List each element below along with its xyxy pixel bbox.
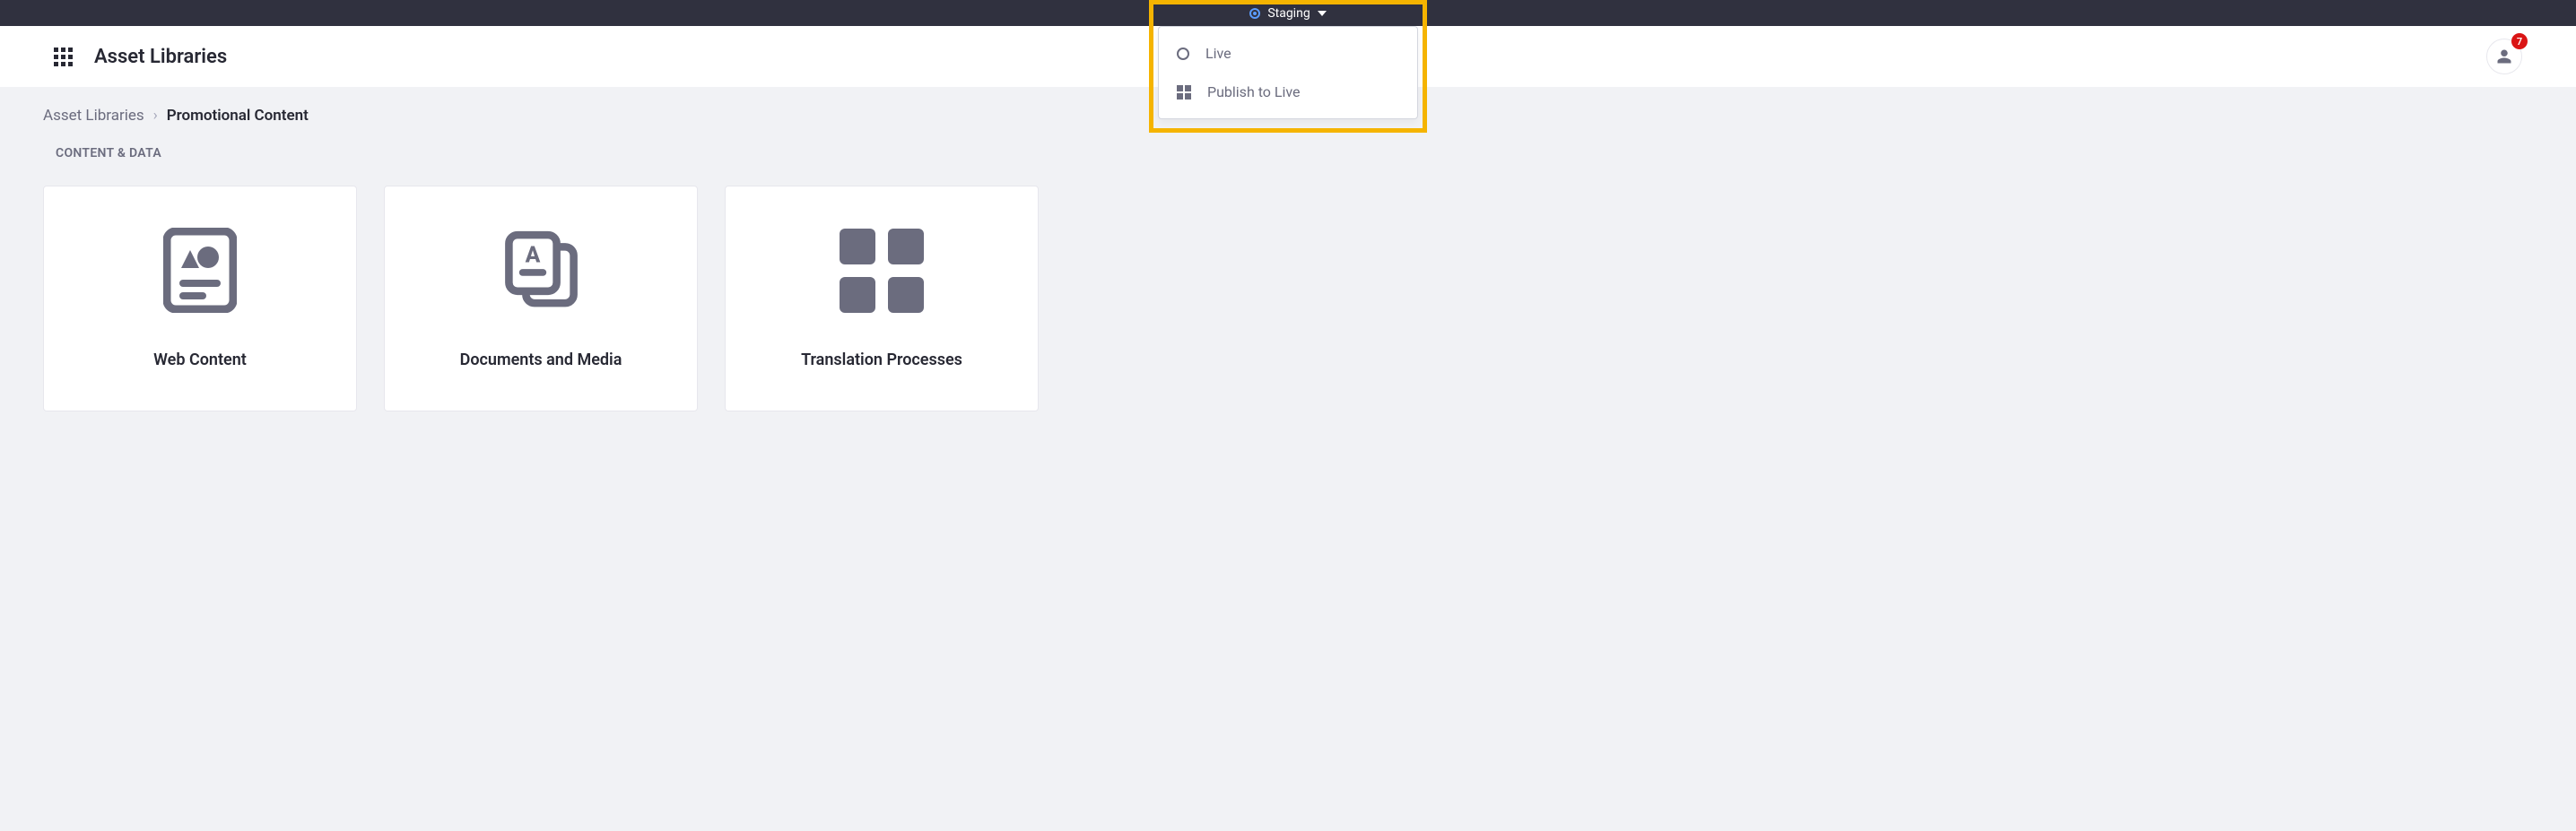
chevron-right-icon: › bbox=[153, 107, 158, 125]
web-content-icon bbox=[158, 228, 243, 313]
user-area[interactable]: 7 bbox=[2486, 39, 2522, 74]
apps-menu-icon[interactable] bbox=[54, 48, 73, 66]
card-documents-media[interactable]: A Documents and Media bbox=[384, 186, 698, 411]
dropdown-item-publish[interactable]: Publish to Live bbox=[1159, 73, 1417, 111]
dropdown-item-label: Live bbox=[1205, 45, 1231, 62]
grid-small-icon bbox=[1177, 85, 1191, 100]
top-bar: Staging Live Publish to Live bbox=[0, 0, 2576, 26]
environment-selector[interactable]: Staging bbox=[1249, 6, 1326, 21]
cards-container: Web Content A Documents and Media Transl… bbox=[43, 186, 2533, 411]
grid-large-icon bbox=[840, 228, 925, 313]
card-label: Translation Processes bbox=[801, 351, 962, 369]
card-web-content[interactable]: Web Content bbox=[43, 186, 357, 411]
notification-badge: 7 bbox=[2511, 33, 2528, 49]
section-label: CONTENT & DATA bbox=[56, 146, 2533, 160]
documents-icon: A bbox=[499, 228, 584, 313]
breadcrumb-current: Promotional Content bbox=[167, 107, 309, 125]
person-icon bbox=[2496, 48, 2512, 65]
page-title: Asset Libraries bbox=[94, 46, 227, 68]
svg-text:A: A bbox=[525, 242, 540, 268]
header-left: Asset Libraries bbox=[54, 46, 227, 68]
content-area: Asset Libraries › Promotional Content CO… bbox=[0, 87, 2576, 431]
environment-label: Staging bbox=[1267, 6, 1310, 21]
dropdown-item-label: Publish to Live bbox=[1207, 83, 1301, 100]
dropdown-item-live[interactable]: Live bbox=[1159, 34, 1417, 73]
radio-outline-icon bbox=[1177, 48, 1189, 60]
caret-down-icon bbox=[1318, 11, 1327, 16]
radio-active-icon bbox=[1249, 8, 1260, 19]
card-label: Documents and Media bbox=[460, 351, 622, 369]
card-label: Web Content bbox=[153, 351, 247, 369]
breadcrumb-root[interactable]: Asset Libraries bbox=[43, 107, 144, 125]
environment-dropdown: Live Publish to Live bbox=[1158, 26, 1418, 119]
card-translation-processes[interactable]: Translation Processes bbox=[725, 186, 1039, 411]
